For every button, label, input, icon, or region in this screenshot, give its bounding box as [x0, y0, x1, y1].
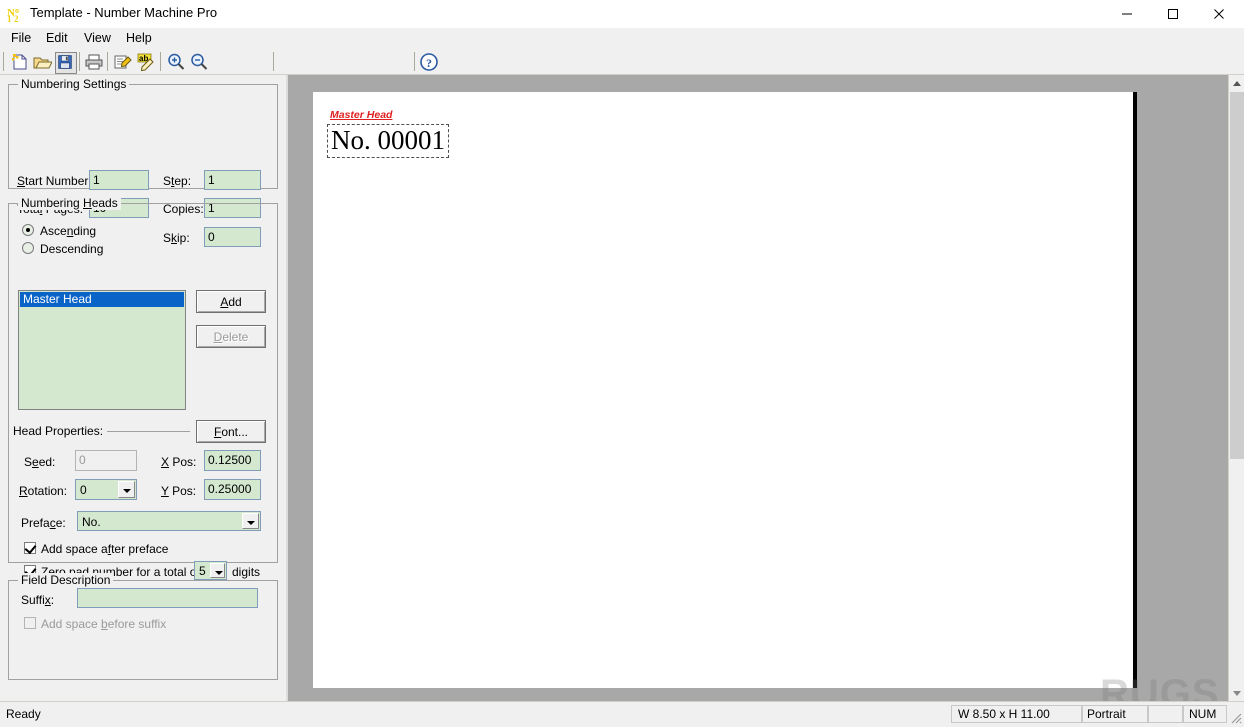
num-lock-text: NUM — [1189, 707, 1217, 721]
new-icon[interactable] — [10, 52, 30, 72]
status-bar: Ready W 8.50 x H 11.00 Portrait NUM — [0, 701, 1244, 726]
preface-label: Preface: — [21, 516, 66, 530]
font-button-label: Font... — [213, 424, 249, 439]
field-description-text[interactable] — [16, 592, 270, 672]
minimize-button[interactable] — [1104, 0, 1150, 28]
toolbar-separator — [107, 52, 108, 71]
menu-view[interactable]: View — [77, 29, 118, 48]
number-machine-icon: N o 1 2 — [7, 5, 25, 24]
window-title: Template - Number Machine Pro — [30, 5, 218, 20]
help-icon[interactable]: ? — [419, 52, 439, 72]
step-label: Step: — [163, 174, 192, 188]
status-ready: Ready — [6, 707, 41, 721]
vertical-scrollbar[interactable] — [1228, 75, 1244, 702]
add-space-after-preface-checkbox[interactable] — [24, 542, 36, 554]
step-input[interactable]: 1 — [204, 170, 261, 190]
toolbar-separator — [79, 52, 80, 71]
seed-input[interactable]: 0 — [75, 450, 137, 471]
svg-text:?: ? — [426, 56, 432, 70]
add-space-after-preface-label: Add space after preface — [41, 542, 169, 556]
step-value: 1 — [208, 173, 215, 187]
y-pos-input[interactable]: 0.25000 — [204, 479, 261, 500]
resize-grip[interactable] — [1228, 710, 1242, 724]
x-pos-value: 0.12500 — [208, 453, 252, 467]
zero-pad-digits-label: digits — [232, 565, 261, 579]
settings-panel: Numbering Settings Start Number: 1 Step:… — [0, 75, 288, 702]
preface-value: No. — [82, 515, 101, 529]
title-bar: N o 1 2 Template - Number Machine Pro — [0, 0, 1244, 29]
delete-head-label: Delete — [213, 329, 249, 344]
document-page[interactable]: Master Head No. 00001 — [313, 92, 1133, 688]
menu-help[interactable]: Help — [119, 29, 159, 48]
orientation-text: Portrait — [1087, 707, 1126, 721]
x-pos-input[interactable]: 0.12500 — [204, 450, 261, 471]
numbering-heads-list[interactable]: Master Head — [18, 290, 186, 410]
toolbar: ab 100% English - — [0, 49, 1244, 120]
list-item[interactable]: Master Head — [20, 292, 184, 307]
toolbar-separator — [273, 52, 274, 71]
menu-bar: File Edit View Help — [0, 28, 1244, 49]
rotation-label: Rotation: — [19, 484, 68, 498]
rotation-combo[interactable]: 0 — [75, 479, 137, 500]
seed-value: 0 — [79, 453, 86, 467]
scroll-down-icon[interactable] — [1229, 685, 1244, 702]
start-number-value: 1 — [93, 173, 100, 187]
vertical-scrollbar-thumb[interactable] — [1230, 92, 1244, 459]
scroll-up-icon[interactable] — [1229, 75, 1244, 92]
open-folder-icon[interactable] — [32, 52, 52, 72]
numbering-settings-legend: Numbering Settings — [18, 77, 130, 91]
rotation-value: 0 — [80, 483, 87, 497]
page-size-text: W 8.50 x H 11.00 — [958, 707, 1050, 721]
add-head-button[interactable]: Add — [196, 290, 266, 313]
close-button[interactable] — [1196, 0, 1242, 28]
maximize-button[interactable] — [1150, 0, 1196, 28]
svg-text:2: 2 — [14, 14, 19, 23]
save-disk-icon[interactable] — [55, 52, 77, 74]
zoom-out-icon[interactable] — [189, 52, 209, 72]
zoom-in-icon[interactable] — [166, 52, 186, 72]
x-pos-label: X Pos: — [161, 455, 197, 469]
head-label-marker: Master Head — [330, 109, 393, 121]
print-icon[interactable] — [84, 52, 104, 72]
font-button[interactable]: Font... — [196, 420, 266, 443]
y-pos-label: Y Pos: — [161, 484, 197, 498]
chevron-down-icon[interactable] — [118, 481, 135, 498]
preface-combo[interactable]: No. — [77, 511, 261, 531]
document-canvas[interactable]: Master Head No. 00001 — [288, 75, 1228, 702]
head-properties-legend: Head Properties: — [13, 424, 108, 438]
y-pos-value: 0.25000 — [208, 482, 252, 496]
menu-file[interactable]: File — [4, 29, 38, 48]
status-spacer-cell — [1148, 705, 1183, 723]
head-properties-divider — [107, 431, 190, 432]
toolbar-separator — [414, 52, 415, 71]
spell-check-abc-icon[interactable]: ab — [136, 52, 156, 72]
toolbar-separator — [160, 52, 161, 71]
field-description-legend: Field Description — [18, 573, 114, 587]
start-number-input[interactable]: 1 — [89, 170, 149, 190]
application-window: N o 1 2 Template - Number Machine Pro Fi… — [0, 0, 1244, 726]
chevron-down-icon[interactable] — [242, 513, 259, 529]
numbering-head-value: No. 00001 — [331, 125, 445, 155]
start-number-label: Start Number: — [17, 174, 92, 188]
delete-head-button[interactable]: Delete — [196, 325, 266, 348]
chevron-down-icon[interactable] — [210, 563, 225, 578]
numbering-head-field[interactable]: No. 00001 — [327, 124, 449, 158]
svg-text:1: 1 — [7, 14, 12, 23]
zero-pad-digits-value: 5 — [199, 564, 206, 578]
seed-label: Seed: — [24, 455, 56, 469]
add-head-label: Add — [220, 294, 242, 309]
zero-pad-digits-combo[interactable]: 5 — [194, 561, 227, 580]
numbering-heads-legend: Numbering Heads — [18, 196, 121, 210]
menu-edit[interactable]: Edit — [39, 29, 75, 48]
toolbar-separator — [3, 52, 4, 71]
edit-properties-icon[interactable] — [113, 52, 133, 72]
